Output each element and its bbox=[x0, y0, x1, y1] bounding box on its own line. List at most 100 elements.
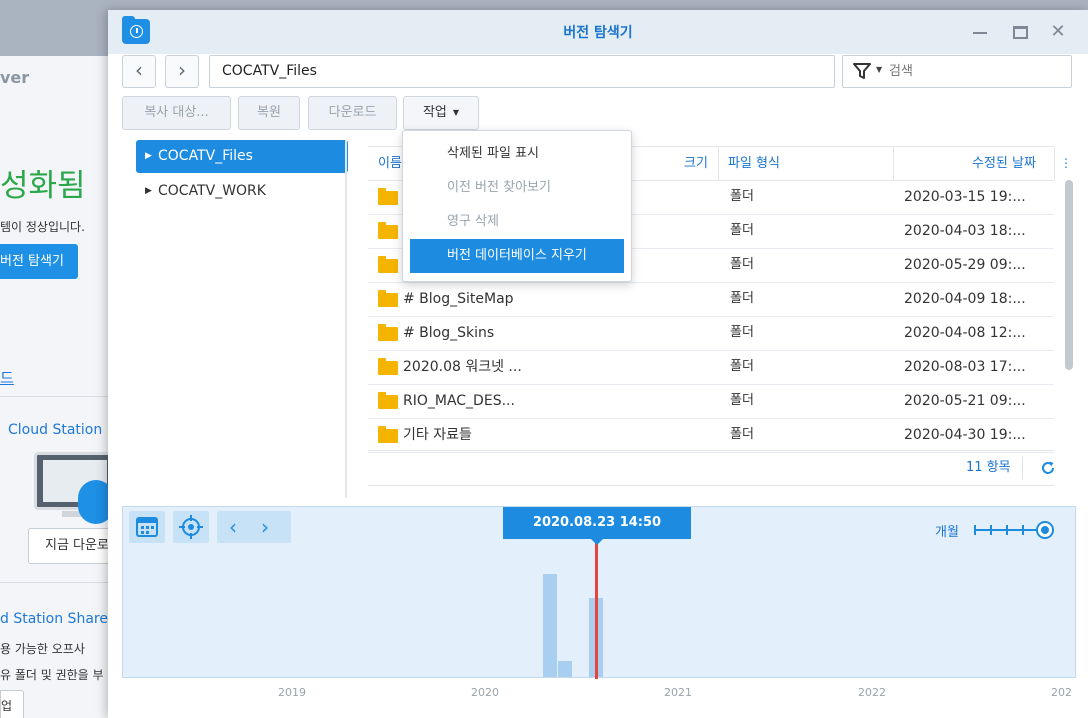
download-button[interactable]: 다운로드 bbox=[308, 96, 397, 130]
table-scrollbar[interactable] bbox=[1065, 180, 1073, 370]
restore-button[interactable]: 복원 bbox=[238, 96, 300, 130]
file-type: 폴더 bbox=[730, 291, 754, 306]
bg-description: 템이 정상입니다. bbox=[0, 220, 85, 234]
action-label: 작업 bbox=[422, 105, 447, 120]
bg-link[interactable]: 드 bbox=[0, 367, 14, 388]
bg-share-button[interactable]: 업 bbox=[0, 690, 24, 718]
folder-icon bbox=[378, 426, 398, 443]
current-date-label: 2020.08.23 14:50 bbox=[503, 507, 691, 545]
file-name: # Blog_Skins bbox=[403, 325, 495, 341]
file-date: 2020-05-29 09:... bbox=[904, 257, 1026, 273]
bg-download-now-button[interactable]: 지금 다운로 bbox=[28, 528, 112, 564]
menu-item-browse-previous-versions[interactable]: 이전 버전 찾아보기 bbox=[410, 171, 624, 205]
bg-logo-text: ver bbox=[0, 68, 30, 87]
column-header-date[interactable]: 수정된 날짜 bbox=[972, 147, 1036, 180]
caret-down-icon[interactable]: ▼ bbox=[876, 65, 882, 74]
locate-current-icon[interactable] bbox=[173, 511, 209, 543]
expand-arrow-icon[interactable]: ▶ bbox=[145, 140, 152, 173]
file-type: 폴더 bbox=[730, 325, 754, 340]
file-name: RIO_MAC_DES... bbox=[403, 393, 515, 409]
current-time-marker[interactable] bbox=[595, 543, 598, 679]
column-options-icon[interactable]: ⋮ bbox=[1060, 147, 1072, 180]
timeline-year-label: 2019 bbox=[278, 686, 306, 699]
file-date: 2020-04-30 19:... bbox=[904, 427, 1026, 443]
folder-icon bbox=[378, 290, 398, 307]
expand-arrow-icon[interactable]: ▶ bbox=[145, 175, 152, 208]
action-menu-button[interactable]: 작업 ▼ bbox=[403, 96, 479, 130]
timeline-year-label: 2022 bbox=[858, 686, 886, 699]
refresh-icon[interactable] bbox=[1040, 460, 1056, 476]
chevron-left-icon[interactable]: ‹ bbox=[229, 511, 237, 543]
file-type: 폴더 bbox=[730, 257, 754, 272]
table-row[interactable]: # Blog_Skins 폴더 2020-04-08 12:... bbox=[368, 316, 1054, 351]
file-name: 2020.08 워크넷 ... bbox=[403, 359, 522, 375]
column-header-name[interactable]: 이름 bbox=[378, 147, 402, 180]
chevron-right-icon: › bbox=[178, 58, 186, 82]
file-type: 폴더 bbox=[730, 427, 754, 442]
bg-share-description: 용 가능한 오프사 bbox=[0, 642, 85, 656]
chevron-right-icon[interactable]: › bbox=[261, 511, 269, 543]
calendar-icon[interactable] bbox=[129, 511, 165, 543]
panel-divider[interactable] bbox=[345, 140, 347, 498]
background-window: ver 성화됨 템이 정상입니다. 버전 탐색기 드 Cloud Station… bbox=[0, 56, 112, 718]
timeline-bar[interactable] bbox=[543, 574, 557, 677]
file-type: 폴더 bbox=[730, 359, 754, 374]
file-type: 폴더 bbox=[730, 189, 754, 204]
tree-item-cocatv-work[interactable]: ▶ COCATV_WORK bbox=[136, 175, 348, 208]
file-date: 2020-04-09 18:... bbox=[904, 291, 1026, 307]
bg-divider bbox=[0, 582, 112, 583]
column-header-type[interactable]: 파일 형식 bbox=[728, 147, 780, 180]
table-row[interactable]: 2020.08 워크넷 ... 폴더 2020-08-03 17:... bbox=[368, 350, 1054, 385]
table-row[interactable]: # Blog_SiteMap 폴더 2020-04-09 18:... bbox=[368, 282, 1054, 317]
folder-icon bbox=[378, 324, 398, 341]
timeline-bar[interactable] bbox=[558, 661, 572, 677]
timeline-year-label: 2020 bbox=[471, 686, 499, 699]
file-name: # Blog_SiteMap bbox=[403, 291, 514, 307]
folder-tree: ▶ COCATV_Files ▶ COCATV_WORK bbox=[134, 140, 354, 500]
window-title: 버전 탐색기 bbox=[563, 25, 633, 41]
tree-item-cocatv-files[interactable]: ▶ COCATV_Files bbox=[136, 140, 348, 173]
search-input[interactable] bbox=[889, 56, 1059, 87]
folder-icon bbox=[378, 256, 398, 273]
file-type: 폴더 bbox=[730, 223, 754, 238]
file-date: 2020-03-15 19:... bbox=[904, 189, 1026, 205]
bg-divider bbox=[0, 396, 112, 397]
menu-item-clear-version-database[interactable]: 버전 데이터베이스 지우기 bbox=[410, 239, 624, 273]
folder-icon bbox=[378, 392, 398, 409]
timeline-year-label: 2021 bbox=[664, 686, 692, 699]
folder-icon bbox=[378, 358, 398, 375]
item-count: 11 항목 bbox=[966, 460, 1011, 475]
version-timeline: ‹ › 2020.08.23 14:50 개월 bbox=[122, 506, 1076, 679]
file-date: 2020-04-03 18:... bbox=[904, 223, 1026, 239]
chevron-left-icon: ‹ bbox=[135, 58, 143, 82]
search-box[interactable]: ▼ bbox=[842, 55, 1072, 88]
caret-down-icon: ▼ bbox=[452, 108, 460, 117]
zoom-slider[interactable] bbox=[973, 519, 1055, 541]
bg-share-description: 유 폴더 및 권한을 부 bbox=[0, 668, 104, 682]
zoom-level-label: 개월 bbox=[935, 525, 959, 540]
folder-icon bbox=[378, 188, 398, 205]
back-button[interactable]: ‹ bbox=[122, 55, 156, 88]
table-footer: 11 항목 bbox=[368, 450, 1054, 486]
copy-to-button[interactable]: 복사 대상... bbox=[122, 96, 231, 130]
file-type: 폴더 bbox=[730, 393, 754, 408]
title-bar: 버전 탐색기 ✕ bbox=[108, 10, 1088, 54]
column-header-size[interactable]: 크기 bbox=[684, 147, 708, 180]
filter-icon[interactable] bbox=[853, 62, 871, 80]
timeline-year-label: 202 bbox=[1051, 686, 1072, 699]
bg-open-version-explorer-button[interactable]: 버전 탐색기 bbox=[0, 244, 78, 279]
bg-cloud-station-title: Cloud Station bbox=[8, 422, 103, 438]
file-name: 기타 자료들 bbox=[403, 427, 472, 443]
table-row[interactable]: RIO_MAC_DES... 폴더 2020-05-21 09:... bbox=[368, 384, 1054, 419]
minimize-button[interactable] bbox=[970, 22, 990, 42]
maximize-button[interactable] bbox=[1010, 22, 1030, 42]
folder-icon bbox=[378, 222, 398, 239]
table-row[interactable]: 기타 자료들 폴더 2020-04-30 19:... bbox=[368, 418, 1054, 453]
forward-button[interactable]: › bbox=[165, 55, 199, 88]
menu-item-delete-permanently[interactable]: 영구 삭제 bbox=[410, 205, 624, 239]
file-date: 2020-04-08 12:... bbox=[904, 325, 1026, 341]
menu-item-show-deleted-files[interactable]: 삭제된 파일 표시 bbox=[410, 137, 624, 171]
path-field[interactable]: COCATV_Files bbox=[209, 55, 835, 88]
bg-share-title: d Station Share bbox=[0, 611, 108, 627]
close-icon[interactable]: ✕ bbox=[1048, 22, 1068, 42]
